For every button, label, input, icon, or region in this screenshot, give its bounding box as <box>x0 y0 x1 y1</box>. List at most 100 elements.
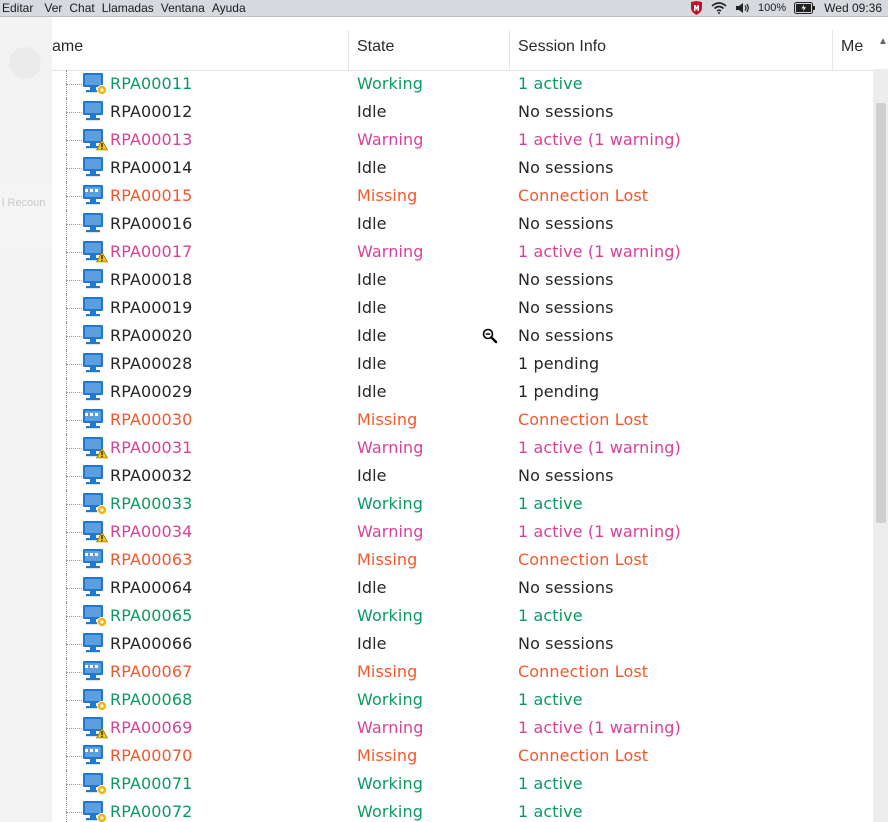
table-row[interactable]: RPA00063 Missing Connection Lost <box>52 546 872 574</box>
table-row[interactable]: RPA00016 Idle No sessions <box>52 210 872 238</box>
menu-ayuda[interactable]: Ayuda <box>212 0 253 16</box>
resource-session-info: No sessions <box>518 158 614 177</box>
table-row[interactable]: RPA00011 Working 1 active <box>52 70 872 98</box>
resource-session-info: Connection Lost <box>518 186 649 205</box>
resource-name[interactable]: RPA00029 <box>110 378 192 406</box>
resource-name[interactable]: RPA00067 <box>110 658 192 686</box>
table-row[interactable]: RPA00033 Working 1 active <box>52 490 872 518</box>
resource-state: Working <box>357 74 423 93</box>
resource-name[interactable]: RPA00068 <box>110 686 192 714</box>
resource-name[interactable]: RPA00012 <box>110 98 192 126</box>
column-header-me[interactable]: Me <box>833 30 873 70</box>
table-row[interactable]: RPA00069 Warning 1 active (1 warning) <box>52 714 872 742</box>
resource-name[interactable]: RPA00013 <box>110 126 192 154</box>
side-panel: l Recoun <box>0 185 54 247</box>
mcafee-shield-icon[interactable] <box>690 0 703 16</box>
resource-name[interactable]: RPA00065 <box>110 602 192 630</box>
table-row[interactable]: RPA00014 Idle No sessions <box>52 154 872 182</box>
resource-name[interactable]: RPA00020 <box>110 322 192 350</box>
resource-name[interactable]: RPA00063 <box>110 546 192 574</box>
resource-name[interactable]: RPA00014 <box>110 154 192 182</box>
resource-name[interactable]: RPA00033 <box>110 490 192 518</box>
table-row[interactable]: RPA00071 Working 1 active <box>52 770 872 798</box>
table-row[interactable]: RPA00012 Idle No sessions <box>52 98 872 126</box>
table-row[interactable]: RPA00018 Idle No sessions <box>52 266 872 294</box>
tree-connector <box>66 812 82 813</box>
battery-icon[interactable] <box>794 0 816 16</box>
resource-name[interactable]: RPA00019 <box>110 294 192 322</box>
resource-session-info: 1 active <box>518 690 583 709</box>
column-header-state[interactable]: State <box>349 30 510 70</box>
menu-llamadas[interactable]: Llamadas <box>102 0 161 16</box>
resource-name[interactable]: RPA00018 <box>110 266 192 294</box>
resource-session-info: No sessions <box>518 298 614 317</box>
resource-session-info: No sessions <box>518 326 614 345</box>
resource-state: Missing <box>357 186 418 205</box>
resource-name[interactable]: RPA00071 <box>110 770 192 798</box>
resource-session-info: 1 active <box>518 774 583 793</box>
tree-connector <box>66 84 82 85</box>
table-row[interactable]: RPA00065 Working 1 active <box>52 602 872 630</box>
scrollbar-thumb[interactable] <box>876 103 886 523</box>
table-row[interactable]: RPA00015 Missing Connection Lost <box>52 182 872 210</box>
resource-name[interactable]: RPA00064 <box>110 574 192 602</box>
resource-name[interactable]: RPA00030 <box>110 406 192 434</box>
table-row[interactable]: RPA00019 Idle No sessions <box>52 294 872 322</box>
menu-ver[interactable]: Ver <box>44 0 69 16</box>
tree-connector <box>66 420 82 421</box>
side-partial-label: l Recoun <box>2 197 46 209</box>
table-row[interactable]: RPA00072 Working 1 active <box>52 798 872 822</box>
table-row[interactable]: RPA00030 Missing Connection Lost <box>52 406 872 434</box>
table-row[interactable]: RPA00034 Warning 1 active (1 warning) <box>52 518 872 546</box>
resource-state: Idle <box>357 298 387 317</box>
resource-name[interactable]: RPA00032 <box>110 462 192 490</box>
table-row[interactable]: RPA00020 Idle No sessions <box>52 322 872 350</box>
resource-name[interactable]: RPA00034 <box>110 518 192 546</box>
avatar[interactable] <box>9 47 41 79</box>
resource-state: Warning <box>357 522 424 541</box>
table-row[interactable]: RPA00017 Warning 1 active (1 warning) <box>52 238 872 266</box>
vertical-scrollbar[interactable] <box>873 69 888 822</box>
resource-session-info: Connection Lost <box>518 410 649 429</box>
resource-session-info: 1 active <box>518 606 583 625</box>
tree-connector <box>66 504 82 505</box>
resource-name[interactable]: RPA00072 <box>110 798 192 822</box>
scroll-up-arrow-icon[interactable]: ▲ <box>878 36 888 47</box>
tree-connector <box>66 756 82 757</box>
menu-editar[interactable]: Editar <box>0 0 44 16</box>
table-row[interactable]: RPA00032 Idle No sessions <box>52 462 872 490</box>
resource-name[interactable]: RPA00015 <box>110 182 192 210</box>
resource-name[interactable]: RPA00069 <box>110 714 192 742</box>
volume-icon[interactable] <box>735 0 750 16</box>
resource-name[interactable]: RPA00028 <box>110 350 192 378</box>
resource-name[interactable]: RPA00011 <box>110 70 192 98</box>
menu-chat[interactable]: Chat <box>69 0 101 16</box>
table-row[interactable]: RPA00070 Missing Connection Lost <box>52 742 872 770</box>
resource-session-info: No sessions <box>518 466 614 485</box>
table-row[interactable]: RPA00067 Missing Connection Lost <box>52 658 872 686</box>
resource-name[interactable]: RPA00066 <box>110 630 192 658</box>
resource-name[interactable]: RPA00017 <box>110 238 192 266</box>
menubar-clock[interactable]: Wed 09:36 <box>824 0 882 16</box>
table-row[interactable]: RPA00066 Idle No sessions <box>52 630 872 658</box>
resource-state: Idle <box>357 354 387 373</box>
resource-name[interactable]: RPA00070 <box>110 742 192 770</box>
resource-name[interactable]: RPA00031 <box>110 434 192 462</box>
table-row[interactable]: RPA00064 Idle No sessions <box>52 574 872 602</box>
tree-connector <box>66 784 82 785</box>
tree-connector <box>66 392 82 393</box>
resource-session-info: 1 active (1 warning) <box>518 242 681 261</box>
tree-connector <box>66 140 82 141</box>
table-row[interactable]: RPA00013 Warning 1 active (1 warning) <box>52 126 872 154</box>
table-row[interactable]: RPA00068 Working 1 active <box>52 686 872 714</box>
menu-ventana[interactable]: Ventana <box>161 0 212 16</box>
table-row[interactable]: RPA00031 Warning 1 active (1 warning) <box>52 434 872 462</box>
resource-state: Warning <box>357 718 424 737</box>
table-row[interactable]: RPA00028 Idle 1 pending <box>52 350 872 378</box>
table-row[interactable]: RPA00029 Idle 1 pending <box>52 378 872 406</box>
resource-name[interactable]: RPA00016 <box>110 210 192 238</box>
column-header-name[interactable]: ame <box>52 30 349 70</box>
wifi-icon[interactable] <box>711 0 727 16</box>
side-strip <box>0 17 52 822</box>
column-header-session-info[interactable]: Session Info <box>510 30 833 70</box>
